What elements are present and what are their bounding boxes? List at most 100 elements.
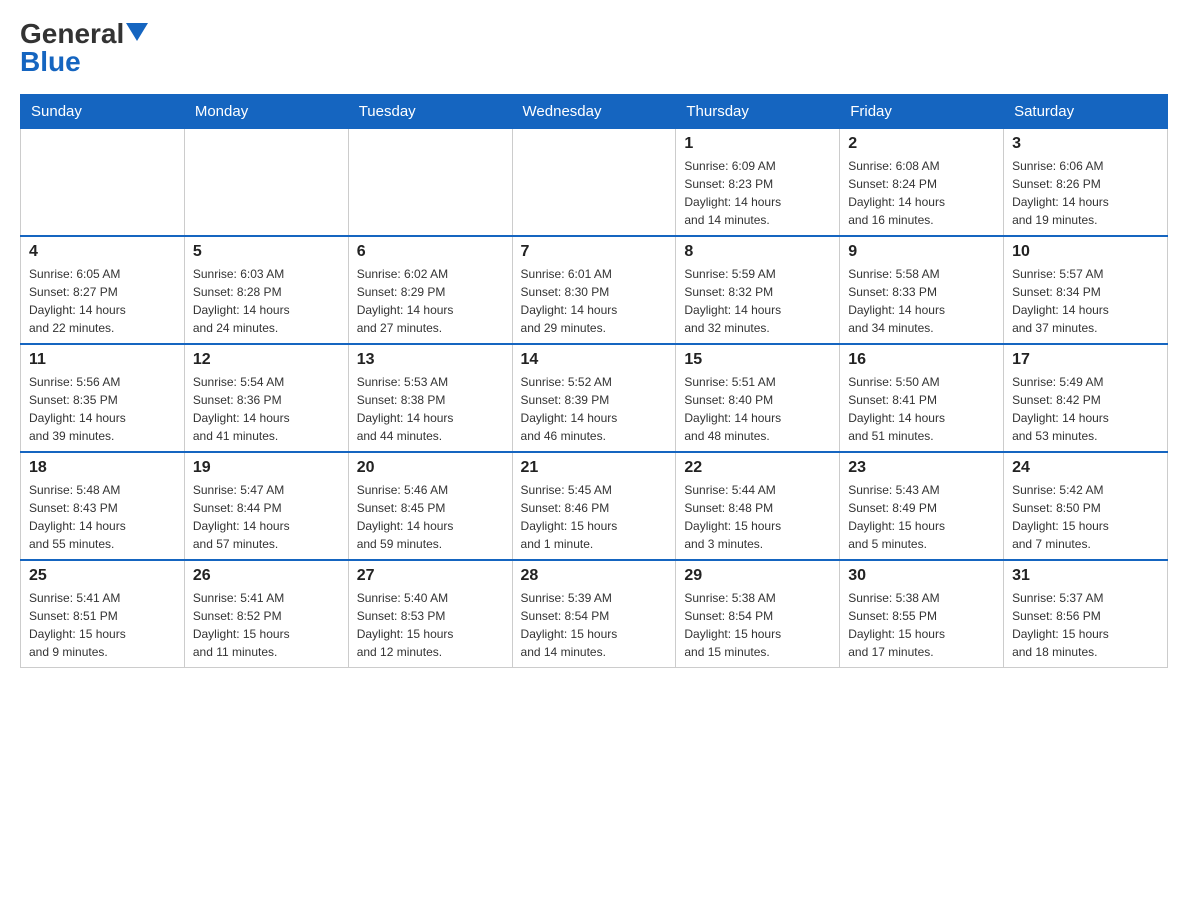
calendar-cell: 27 Sunrise: 5:40 AM Sunset: 8:53 PM Dayli… (348, 560, 512, 668)
day-number: 20 (357, 459, 504, 477)
day-info: Sunrise: 5:39 AM Sunset: 8:54 PM Dayligh… (521, 589, 668, 661)
day-info: Sunrise: 5:51 AM Sunset: 8:40 PM Dayligh… (684, 373, 831, 445)
day-number: 19 (193, 459, 340, 477)
day-number: 14 (521, 351, 668, 369)
day-info: Sunrise: 5:44 AM Sunset: 8:48 PM Dayligh… (684, 481, 831, 553)
day-info: Sunrise: 5:45 AM Sunset: 8:46 PM Dayligh… (521, 481, 668, 553)
calendar-table: SundayMondayTuesdayWednesdayThursdayFrid… (20, 94, 1168, 668)
day-number: 17 (1012, 351, 1159, 369)
day-number: 13 (357, 351, 504, 369)
calendar-cell: 22 Sunrise: 5:44 AM Sunset: 8:48 PM Dayli… (676, 452, 840, 560)
day-info: Sunrise: 5:38 AM Sunset: 8:55 PM Dayligh… (848, 589, 995, 661)
day-info: Sunrise: 6:03 AM Sunset: 8:28 PM Dayligh… (193, 265, 340, 337)
calendar-cell (512, 129, 676, 237)
calendar-cell: 19 Sunrise: 5:47 AM Sunset: 8:44 PM Dayli… (184, 452, 348, 560)
calendar-cell: 8 Sunrise: 5:59 AM Sunset: 8:32 PM Daylig… (676, 236, 840, 344)
calendar-week-row: 18Sunrise: 5:48 AM Sunset: 8:43 PM Dayli… (21, 452, 1168, 560)
calendar-cell: 17Sunrise: 5:49 AM Sunset: 8:42 PM Dayli… (1004, 344, 1168, 452)
calendar-cell: 10Sunrise: 5:57 AM Sunset: 8:34 PM Dayli… (1004, 236, 1168, 344)
calendar-header-row: SundayMondayTuesdayWednesdayThursdayFrid… (21, 95, 1168, 129)
day-info: Sunrise: 5:47 AM Sunset: 8:44 PM Dayligh… (193, 481, 340, 553)
day-info: Sunrise: 5:38 AM Sunset: 8:54 PM Dayligh… (684, 589, 831, 661)
day-number: 16 (848, 351, 995, 369)
calendar-week-row: 11 Sunrise: 5:56 AM Sunset: 8:35 PM Dayli… (21, 344, 1168, 452)
calendar-cell: 21 Sunrise: 5:45 AM Sunset: 8:46 PM Dayli… (512, 452, 676, 560)
day-number: 18 (29, 459, 176, 477)
calendar-cell: 7 Sunrise: 6:01 AM Sunset: 8:30 PM Daylig… (512, 236, 676, 344)
calendar-cell: 14 Sunrise: 5:52 AM Sunset: 8:39 PM Dayli… (512, 344, 676, 452)
weekday-header-monday: Monday (184, 95, 348, 129)
day-info: Sunrise: 5:46 AM Sunset: 8:45 PM Dayligh… (357, 481, 504, 553)
calendar-cell: 5 Sunrise: 6:03 AM Sunset: 8:28 PM Daylig… (184, 236, 348, 344)
day-number: 7 (521, 243, 668, 261)
day-number: 28 (521, 567, 668, 585)
day-number: 6 (357, 243, 504, 261)
calendar-cell: 1 Sunrise: 6:09 AM Sunset: 8:23 PM Daylig… (676, 129, 840, 237)
calendar-cell (21, 129, 185, 237)
day-number: 5 (193, 243, 340, 261)
calendar-cell: 25Sunrise: 5:41 AM Sunset: 8:51 PM Dayli… (21, 560, 185, 668)
day-number: 31 (1012, 567, 1159, 585)
calendar-week-row: 1 Sunrise: 6:09 AM Sunset: 8:23 PM Daylig… (21, 129, 1168, 237)
day-number: 22 (684, 459, 831, 477)
calendar-cell: 24 Sunrise: 5:42 AM Sunset: 8:50 PM Dayli… (1004, 452, 1168, 560)
calendar-cell: 29 Sunrise: 5:38 AM Sunset: 8:54 PM Dayli… (676, 560, 840, 668)
weekday-header-friday: Friday (840, 95, 1004, 129)
day-info: Sunrise: 5:57 AM Sunset: 8:34 PM Dayligh… (1012, 265, 1159, 337)
day-info: Sunrise: 5:59 AM Sunset: 8:32 PM Dayligh… (684, 265, 831, 337)
day-info: Sunrise: 5:56 AM Sunset: 8:35 PM Dayligh… (29, 373, 176, 445)
day-info: Sunrise: 5:52 AM Sunset: 8:39 PM Dayligh… (521, 373, 668, 445)
calendar-cell: 28 Sunrise: 5:39 AM Sunset: 8:54 PM Dayli… (512, 560, 676, 668)
day-info: Sunrise: 5:50 AM Sunset: 8:41 PM Dayligh… (848, 373, 995, 445)
calendar-cell: 2Sunrise: 6:08 AM Sunset: 8:24 PM Daylig… (840, 129, 1004, 237)
day-info: Sunrise: 5:42 AM Sunset: 8:50 PM Dayligh… (1012, 481, 1159, 553)
day-number: 4 (29, 243, 176, 261)
calendar-cell: 13 Sunrise: 5:53 AM Sunset: 8:38 PM Dayli… (348, 344, 512, 452)
day-number: 8 (684, 243, 831, 261)
day-info: Sunrise: 5:40 AM Sunset: 8:53 PM Dayligh… (357, 589, 504, 661)
calendar-cell (184, 129, 348, 237)
day-info: Sunrise: 5:43 AM Sunset: 8:49 PM Dayligh… (848, 481, 995, 553)
day-number: 24 (1012, 459, 1159, 477)
weekday-header-tuesday: Tuesday (348, 95, 512, 129)
calendar-cell: 11 Sunrise: 5:56 AM Sunset: 8:35 PM Dayli… (21, 344, 185, 452)
calendar-cell: 20 Sunrise: 5:46 AM Sunset: 8:45 PM Dayli… (348, 452, 512, 560)
calendar-cell: 3 Sunrise: 6:06 AM Sunset: 8:26 PM Daylig… (1004, 129, 1168, 237)
day-number: 30 (848, 567, 995, 585)
calendar-cell: 18Sunrise: 5:48 AM Sunset: 8:43 PM Dayli… (21, 452, 185, 560)
calendar-cell: 23Sunrise: 5:43 AM Sunset: 8:49 PM Dayli… (840, 452, 1004, 560)
day-number: 27 (357, 567, 504, 585)
day-number: 12 (193, 351, 340, 369)
calendar-cell (348, 129, 512, 237)
day-info: Sunrise: 6:09 AM Sunset: 8:23 PM Dayligh… (684, 157, 831, 229)
day-info: Sunrise: 6:02 AM Sunset: 8:29 PM Dayligh… (357, 265, 504, 337)
calendar-cell: 12 Sunrise: 5:54 AM Sunset: 8:36 PM Dayli… (184, 344, 348, 452)
day-info: Sunrise: 6:01 AM Sunset: 8:30 PM Dayligh… (521, 265, 668, 337)
day-info: Sunrise: 6:08 AM Sunset: 8:24 PM Dayligh… (848, 157, 995, 229)
day-number: 29 (684, 567, 831, 585)
day-info: Sunrise: 6:06 AM Sunset: 8:26 PM Dayligh… (1012, 157, 1159, 229)
page-header: General Blue (20, 20, 1168, 78)
logo-general-text: General (20, 20, 124, 48)
day-number: 3 (1012, 135, 1159, 153)
day-number: 15 (684, 351, 831, 369)
day-number: 1 (684, 135, 831, 153)
logo: General Blue (20, 20, 148, 78)
weekday-header-sunday: Sunday (21, 95, 185, 129)
calendar-cell: 15 Sunrise: 5:51 AM Sunset: 8:40 PM Dayli… (676, 344, 840, 452)
calendar-cell: 4Sunrise: 6:05 AM Sunset: 8:27 PM Daylig… (21, 236, 185, 344)
logo-blue-text: Blue (20, 46, 81, 78)
day-info: Sunrise: 5:37 AM Sunset: 8:56 PM Dayligh… (1012, 589, 1159, 661)
calendar-cell: 9 Sunrise: 5:58 AM Sunset: 8:33 PM Daylig… (840, 236, 1004, 344)
calendar-cell: 16 Sunrise: 5:50 AM Sunset: 8:41 PM Dayli… (840, 344, 1004, 452)
calendar-cell: 30 Sunrise: 5:38 AM Sunset: 8:55 PM Dayli… (840, 560, 1004, 668)
weekday-header-saturday: Saturday (1004, 95, 1168, 129)
day-info: Sunrise: 5:58 AM Sunset: 8:33 PM Dayligh… (848, 265, 995, 337)
day-info: Sunrise: 5:54 AM Sunset: 8:36 PM Dayligh… (193, 373, 340, 445)
day-info: Sunrise: 5:53 AM Sunset: 8:38 PM Dayligh… (357, 373, 504, 445)
calendar-cell: 31 Sunrise: 5:37 AM Sunset: 8:56 PM Dayli… (1004, 560, 1168, 668)
calendar-week-row: 4Sunrise: 6:05 AM Sunset: 8:27 PM Daylig… (21, 236, 1168, 344)
day-number: 9 (848, 243, 995, 261)
day-number: 21 (521, 459, 668, 477)
day-number: 11 (29, 351, 176, 369)
